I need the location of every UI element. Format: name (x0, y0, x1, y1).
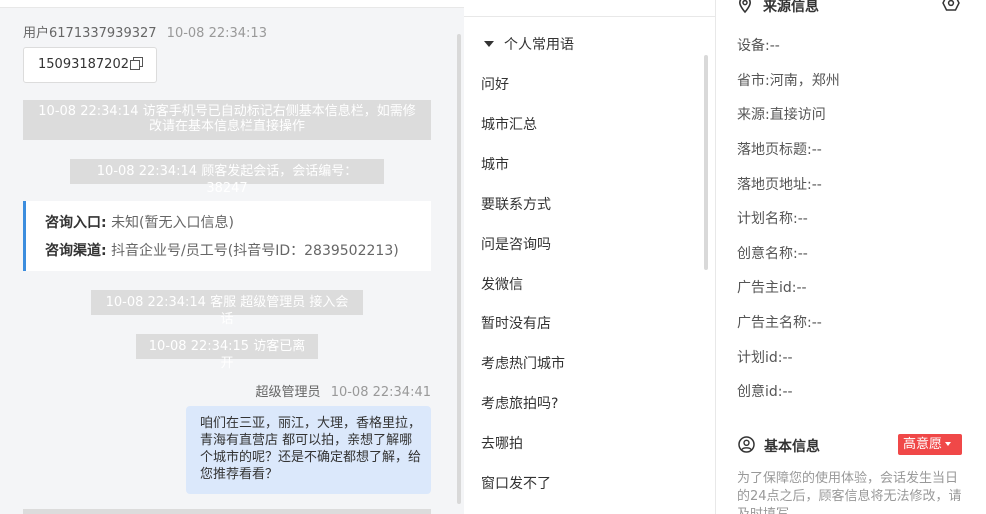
visitor-name: 用户6171337939327 (23, 26, 157, 41)
agent-name: 超级管理员 (255, 385, 321, 400)
system-message (23, 509, 431, 514)
visitor-message-meta: 用户6171337939327 10-08 22:34:13 (23, 22, 267, 41)
consult-channel-label: 咨询渠道: (45, 243, 107, 259)
phrase-item[interactable]: 发微信 (481, 274, 523, 294)
consult-info-card: 咨询入口: 未知(暂无入口信息) 咨询渠道: 抖音企业号/员工号(抖音号ID：2… (23, 201, 431, 271)
divider (464, 16, 716, 17)
visitor-phone-number: 15093187202 (38, 57, 129, 72)
phrase-item[interactable]: 考虑热门城市 (481, 353, 565, 373)
system-message: 10-08 22:34:14 访客手机号已自动标记右侧基本信息栏，如需修改请在基… (23, 100, 431, 140)
settings-icon[interactable] (942, 0, 960, 11)
basic-info-notice: 为了保障您的使用体验，会话发生当日的24点之后，顾客信息将无法修改，请及时填写 (737, 471, 962, 514)
system-message: 10-08 22:34:14 客服 超级管理员 接入会话 (91, 290, 363, 327)
phrase-item[interactable]: 考虑旅拍吗? (481, 393, 558, 413)
caret-down-icon (945, 442, 952, 446)
consult-channel-value: 抖音企业号/员工号(抖音号ID：2839502213) (111, 243, 399, 259)
intent-level-value: 高意愿 (903, 437, 943, 452)
source-field-plan-id: 计划id:-- (737, 350, 793, 366)
chat-top-toolbar (0, 0, 464, 8)
phrase-group-header[interactable]: 个人常用语 (484, 34, 574, 54)
source-field-landing-title: 落地页标题:-- (737, 142, 822, 158)
visitor-phone-message: 15093187202 (23, 47, 157, 83)
visitor-message-time: 10-08 22:34:13 (166, 26, 267, 41)
basic-info-title: 基本信息 (764, 439, 820, 455)
source-field-origin: 来源:直接访问 (737, 107, 826, 123)
agent-message-bubble: 咱们在三亚，丽江，大理，香格里拉，青海有直营店 都可以拍，亲想了解哪个城市的呢？… (186, 406, 431, 494)
intent-level-dropdown[interactable]: 高意愿 (898, 434, 962, 455)
agent-message-meta: 超级管理员 10-08 22:34:41 (256, 381, 431, 400)
phrase-item[interactable]: 暂时没有店 (481, 313, 551, 333)
copy-icon[interactable] (129, 57, 143, 70)
phrase-group-title: 个人常用语 (504, 37, 574, 53)
source-field-region: 省市:河南，郑州 (737, 73, 840, 89)
phrase-item[interactable]: 问好 (481, 74, 509, 94)
source-info-title: 来源信息 (763, 0, 819, 15)
phrase-item[interactable]: 去哪拍 (481, 433, 523, 453)
chat-scrollbar[interactable] (457, 34, 461, 504)
source-info-panel: 来源信息 设备:-- 省市:河南，郑州 来源:直接访问 落地页标题:-- 落地页… (717, 0, 986, 514)
system-message: 10-08 22:34:15 访客已离开 (136, 334, 318, 371)
agent-message-time: 10-08 22:34:41 (330, 385, 431, 400)
consult-entry-value: 未知(暂无入口信息) (111, 215, 234, 231)
phrase-item[interactable]: 问是咨询吗 (481, 234, 551, 254)
source-field-advertiser-name: 广告主名称:-- (737, 315, 822, 331)
caret-down-icon (484, 41, 494, 47)
source-field-creative-name: 创意名称:-- (737, 246, 808, 262)
location-pin-icon (738, 0, 752, 14)
source-field-device: 设备:-- (737, 38, 780, 54)
phrase-item[interactable]: 要联系方式 (481, 194, 551, 214)
phrase-item[interactable]: 窗口发不了 (481, 473, 551, 493)
consult-entry-label: 咨询入口: (45, 215, 107, 231)
source-field-plan-name: 计划名称:-- (737, 211, 808, 227)
consult-channel-row: 咨询渠道: 抖音企业号/员工号(抖音号ID：2839502213) (45, 240, 431, 268)
common-phrases-panel: 个人常用语 问好 城市汇总 城市 要联系方式 问是咨询吗 发微信 暂时没有店 考… (464, 0, 716, 514)
consult-entry-row: 咨询入口: 未知(暂无入口信息) (45, 212, 431, 240)
source-field-landing-url: 落地页地址:-- (737, 177, 822, 193)
phrase-item[interactable]: 城市 (481, 154, 509, 174)
source-field-advertiser-id: 广告主id:-- (737, 280, 807, 296)
phrases-scrollbar[interactable] (704, 55, 708, 270)
user-circle-icon (738, 436, 755, 453)
phrase-item[interactable]: 城市汇总 (481, 114, 537, 134)
source-field-creative-id: 创意id:-- (737, 384, 793, 400)
system-message: 10-08 22:34:14 顾客发起会话，会话编号：38247 (70, 159, 384, 196)
chat-panel: 用户6171337939327 10-08 22:34:13 150931872… (0, 0, 464, 514)
